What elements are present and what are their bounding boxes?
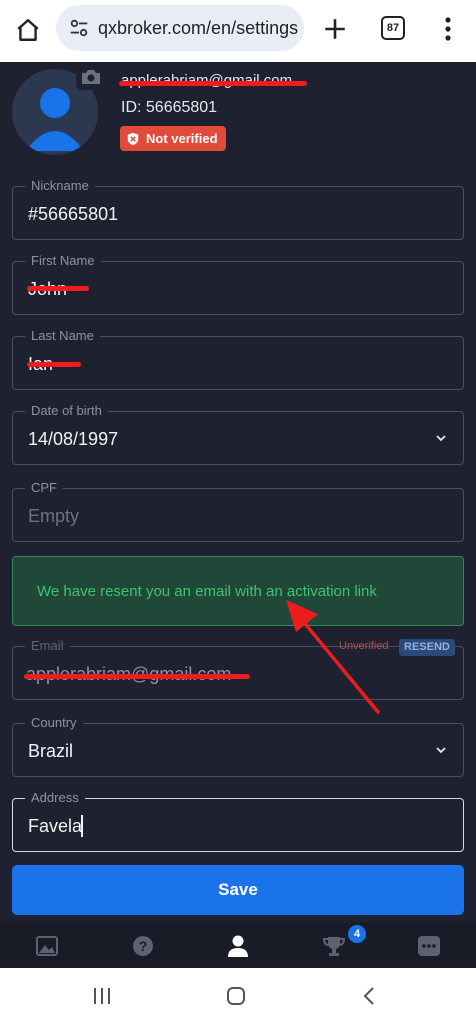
redaction-mark — [27, 286, 89, 291]
date-of-birth-label: Date of birth — [25, 403, 108, 418]
recent-apps-icon[interactable] — [92, 986, 112, 1006]
tab-switcher-button[interactable]: 87 — [381, 16, 405, 40]
last-name-field[interactable]: Last Name Ian — [12, 328, 464, 390]
status-badge-label: Not verified — [146, 131, 218, 146]
address-label: Address — [25, 790, 85, 805]
redaction-mark — [119, 81, 307, 86]
text-cursor — [81, 815, 83, 837]
activation-notice-text: We have resent you an email with an acti… — [37, 582, 377, 600]
browser-toolbar: qxbroker.com/en/settings 87 — [0, 0, 476, 62]
back-icon[interactable] — [362, 986, 376, 1006]
cpf-field[interactable]: CPF Empty — [12, 480, 464, 542]
first-name-label: First Name — [25, 253, 101, 268]
bottom-nav: ? — [0, 922, 476, 968]
trophy-badge: 4 — [348, 925, 366, 943]
redaction-mark — [24, 674, 250, 679]
annotation-arrow — [286, 600, 380, 714]
nickname-field[interactable]: Nickname #56665801 — [12, 178, 464, 240]
user-id: ID: 56665801 — [121, 99, 218, 116]
cpf-label: CPF — [25, 480, 63, 495]
trophy-icon[interactable] — [322, 934, 346, 958]
tab-count: 87 — [386, 22, 400, 34]
address-field[interactable]: Address Favela — [12, 790, 464, 852]
help-icon[interactable]: ? — [131, 934, 155, 958]
redaction-mark — [27, 362, 81, 367]
last-name-label: Last Name — [25, 328, 100, 343]
system-nav-bar — [0, 968, 476, 1024]
chat-icon[interactable] — [417, 934, 441, 958]
address-value: Favela — [28, 816, 83, 836]
camera-icon[interactable] — [76, 64, 106, 90]
new-tab-icon[interactable] — [322, 16, 348, 42]
chart-icon[interactable] — [35, 934, 59, 958]
home-nav-icon[interactable] — [226, 986, 246, 1006]
url-text: qxbroker.com/en/settings — [98, 17, 299, 38]
email-label: Email — [25, 638, 70, 653]
chevron-down-icon[interactable] — [435, 744, 447, 756]
country-value: Brazil — [28, 741, 74, 761]
resend-button[interactable]: RESEND — [399, 639, 455, 656]
first-name-field[interactable]: First Name John — [12, 253, 464, 315]
shield-x-icon — [127, 132, 139, 145]
cpf-placeholder: Empty — [28, 506, 80, 526]
status-badge: Not verified — [120, 126, 226, 151]
home-icon[interactable] — [14, 16, 42, 44]
activation-notice: We have resent you an email with an acti… — [12, 556, 464, 626]
more-menu-icon[interactable] — [444, 16, 452, 42]
date-of-birth-field[interactable]: Date of birth 14/08/1997 — [12, 403, 464, 465]
site-settings-icon[interactable] — [68, 17, 90, 39]
email-field[interactable]: Email applerabriam@gmail.com — [12, 638, 464, 700]
save-button[interactable]: Save — [12, 865, 464, 915]
country-label: Country — [25, 715, 83, 730]
chevron-down-icon[interactable] — [435, 432, 447, 444]
svg-text:?: ? — [139, 938, 148, 954]
profile-icon[interactable] — [226, 934, 250, 958]
date-of-birth-value: 14/08/1997 — [28, 429, 119, 449]
nickname-value: #56665801 — [28, 204, 119, 224]
nickname-label: Nickname — [25, 178, 95, 193]
country-field[interactable]: Country Brazil — [12, 715, 464, 777]
address-bar[interactable]: qxbroker.com/en/settings — [56, 5, 304, 51]
